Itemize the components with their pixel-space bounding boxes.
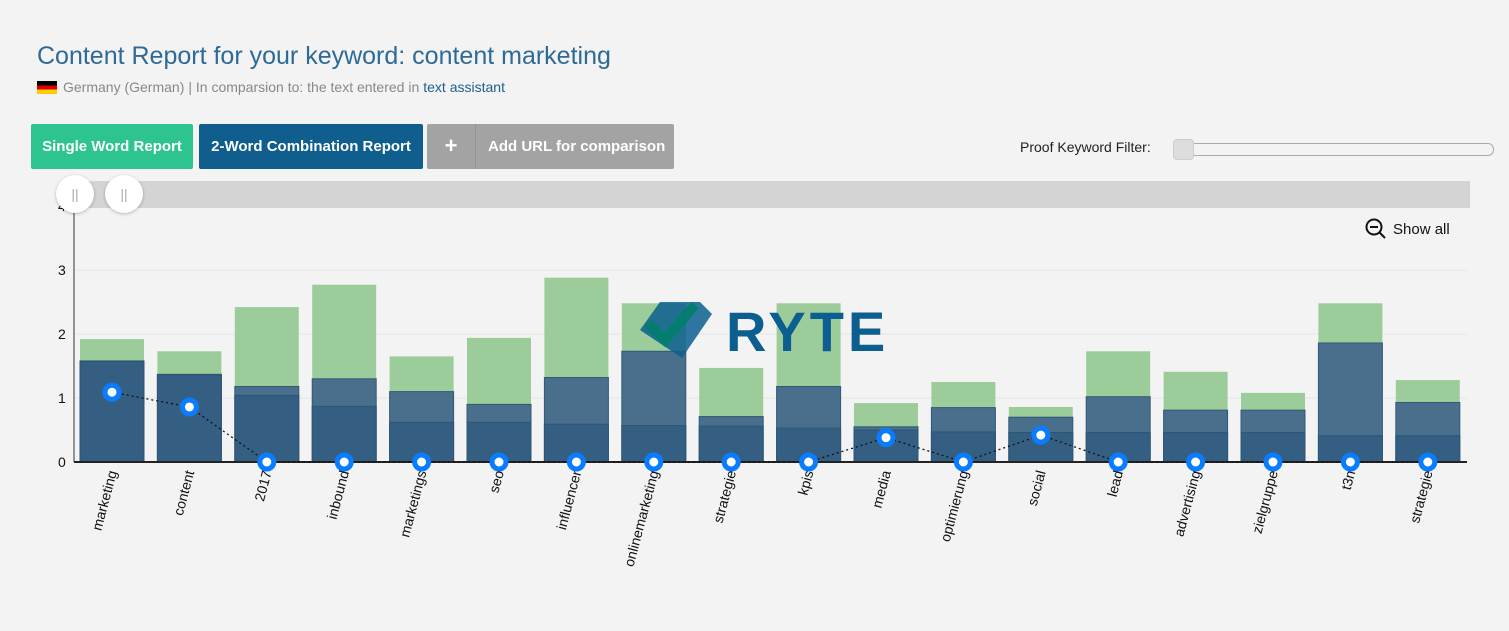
line-point: [876, 428, 896, 448]
line-point: [179, 397, 199, 417]
x-tick-label: kpis: [795, 469, 817, 497]
line-point: [334, 452, 354, 472]
line-point: [566, 452, 586, 472]
y-tick-label: 0: [58, 454, 66, 470]
line-point: [1186, 452, 1206, 472]
x-tick-label: zielgruppe: [1249, 468, 1281, 535]
line-point: [644, 452, 664, 472]
bar-min: [79, 361, 145, 463]
x-tick-label: strategie: [1406, 468, 1435, 524]
x-tick-label: onlinemarketing: [621, 469, 662, 569]
x-tick-label: marketings: [396, 469, 429, 539]
x-tick-label: seo: [486, 468, 507, 494]
y-tick-label: 1: [58, 390, 66, 406]
line-point: [799, 452, 819, 472]
line-point: [1263, 452, 1283, 472]
x-tick-label: advertising: [1171, 469, 1204, 539]
zoom-out-icon: [1365, 218, 1386, 239]
line-point: [1418, 452, 1438, 472]
x-tick-label: content: [170, 469, 197, 518]
x-tick-label: social: [1024, 469, 1049, 508]
navigator-handle-right[interactable]: ||: [105, 175, 143, 213]
line-point: [412, 452, 432, 472]
x-tick-label: influencer: [553, 468, 584, 531]
line-point: [1031, 425, 1051, 445]
x-tick-label: optimierung: [937, 469, 971, 544]
line-point: [953, 452, 973, 472]
bar-chart: 01234marketingcontent2017inboundmarketin…: [58, 198, 1467, 569]
x-tick-label: strategie: [710, 468, 739, 524]
x-tick-label: marketing: [89, 469, 120, 533]
x-tick-label: lead: [1104, 469, 1126, 499]
line-point: [257, 452, 277, 472]
chart-navigator[interactable]: [74, 181, 1470, 208]
line-point: [1108, 452, 1128, 472]
navigator-handle-left[interactable]: ||: [56, 175, 94, 213]
line-point: [1340, 452, 1360, 472]
x-tick-label: 2017: [251, 468, 275, 502]
y-tick-label: 3: [58, 262, 66, 278]
line-your-text: [111, 391, 1428, 463]
line-point: [489, 452, 509, 472]
show-all-button[interactable]: Show all: [1365, 218, 1450, 240]
line-point: [721, 452, 741, 472]
y-tick-label: 2: [58, 326, 66, 342]
x-tick-label: inbound: [324, 469, 352, 521]
ryte-logo-text: RYTE: [726, 300, 889, 363]
x-tick-label: media: [869, 468, 894, 509]
line-point: [102, 382, 122, 402]
bar-min: [156, 374, 222, 463]
bar-min: [234, 394, 300, 463]
show-all-label: Show all: [1393, 220, 1450, 238]
x-tick-label: t3n: [1338, 469, 1358, 492]
